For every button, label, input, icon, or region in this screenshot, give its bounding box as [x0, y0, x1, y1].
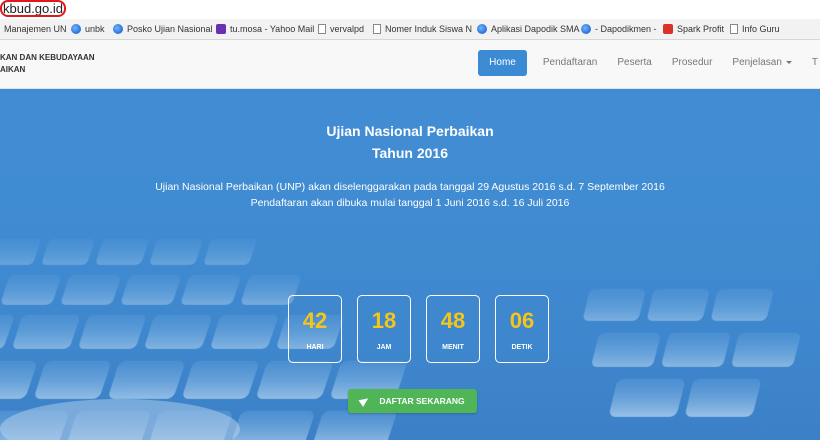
hero-section: Ujian Nasional Perbaikan Tahun 2016 Ujia… — [0, 89, 820, 440]
url-highlight-annotation — [0, 0, 66, 17]
brand-line-2: AIKAN — [0, 65, 26, 74]
mail-icon — [216, 24, 226, 34]
countdown-label: HARI — [306, 344, 324, 351]
bookmark-info-guru[interactable]: Info Guru — [730, 22, 780, 36]
bookmark-dapodikmen[interactable]: - Dapodikmen - — [581, 22, 657, 36]
nav-item-truncated[interactable]: T — [802, 50, 820, 76]
hero-subtitle-year: Tahun 2016 — [372, 145, 448, 161]
bookmark-posko-ujian[interactable]: Posko Ujian Nasional — [113, 22, 213, 36]
spark-icon — [663, 24, 673, 34]
register-now-label: DAFTAR SEKARANG — [379, 396, 465, 406]
nav-pendaftaran[interactable]: Pendaftaran — [533, 50, 608, 76]
bookmark-label: unbk — [85, 24, 105, 34]
bookmark-yahoo-mail[interactable]: tu.mosa - Yahoo Mail — [216, 22, 314, 36]
countdown-value: 18 — [371, 308, 397, 333]
page-icon — [730, 24, 738, 34]
countdown-value: 48 — [440, 308, 466, 333]
bookmark-label: Manajemen UN — [4, 24, 67, 34]
countdown-value: 06 — [509, 308, 535, 333]
bookmark-unbk[interactable]: unbk — [71, 22, 105, 36]
countdown-label: JAM — [376, 344, 392, 351]
hero-description-registration-dates: Pendaftaran akan dibuka mulai tanggal 1 … — [250, 197, 570, 209]
bookmark-vervalpd[interactable]: vervalpd — [318, 22, 364, 36]
nav-peserta[interactable]: Peserta — [607, 50, 661, 76]
nav-penjelasan-label: Penjelasan — [732, 57, 782, 68]
countdown-seconds: 06 DETIK — [495, 295, 549, 363]
main-nav: Home Pendaftaran Peserta Prosedur Penjel… — [478, 50, 820, 76]
site-navbar: KAN DAN KEBUDAYAAN AIKAN Home Pendaftara… — [0, 40, 820, 89]
countdown-value: 42 — [302, 308, 328, 333]
globe-icon — [581, 24, 591, 34]
page-icon — [318, 24, 326, 34]
bookmark-label: Nomer Induk Siswa N — [385, 24, 473, 34]
globe-icon — [113, 24, 123, 34]
bookmark-aplikasi-dapodik[interactable]: Aplikasi Dapodik SMA — [477, 22, 580, 36]
hero-title: Ujian Nasional Perbaikan — [326, 123, 494, 139]
address-bar[interactable]: kbud.go.id — [0, 0, 820, 20]
hero-overlay — [0, 89, 820, 440]
countdown-days: 42 HARI — [288, 295, 342, 363]
bookmark-label: Posko Ujian Nasional — [127, 24, 213, 34]
nav-prosedur[interactable]: Prosedur — [662, 50, 723, 76]
bookmark-label: tu.mosa - Yahoo Mail — [230, 24, 315, 34]
caret-down-icon — [785, 60, 792, 64]
countdown-label: DETIK — [511, 344, 533, 351]
register-now-button[interactable]: DAFTAR SEKARANG — [348, 389, 477, 413]
globe-icon — [477, 24, 487, 34]
countdown-timer: 42 HARI 18 JAM 48 MENIT 06 DETIK — [288, 295, 549, 363]
bookmarks-bar: Manajemen UN unbk Posko Ujian Nasional t… — [0, 19, 820, 40]
nav-home[interactable]: Home — [478, 50, 527, 76]
countdown-hours: 18 JAM — [357, 295, 411, 363]
brand-line-1: KAN DAN KEBUDAYAAN — [0, 53, 95, 62]
countdown-minutes: 48 MENIT — [426, 295, 480, 363]
bookmark-nomer-induk[interactable]: Nomer Induk Siswa N — [373, 22, 472, 36]
countdown-label: MENIT — [442, 344, 464, 351]
hero-description-exam-dates: Ujian Nasional Perbaikan (UNP) akan dise… — [155, 181, 665, 193]
globe-icon — [71, 24, 81, 34]
nav-penjelasan-dropdown[interactable]: Penjelasan — [722, 50, 801, 76]
page-icon — [373, 24, 381, 34]
bookmark-label: vervalpd — [330, 24, 365, 34]
site-brand[interactable]: KAN DAN KEBUDAYAAN AIKAN — [0, 52, 95, 76]
bookmark-label: Aplikasi Dapodik SMA — [491, 24, 580, 34]
bookmark-label: Spark Profit — [677, 24, 725, 34]
paper-plane-icon — [358, 395, 371, 407]
bookmark-manajemen-un[interactable]: Manajemen UN — [4, 22, 67, 36]
bookmark-spark-profit[interactable]: Spark Profit — [663, 22, 724, 36]
bookmark-label: Info Guru — [742, 24, 780, 34]
bookmark-label: - Dapodikmen - — [595, 24, 657, 34]
